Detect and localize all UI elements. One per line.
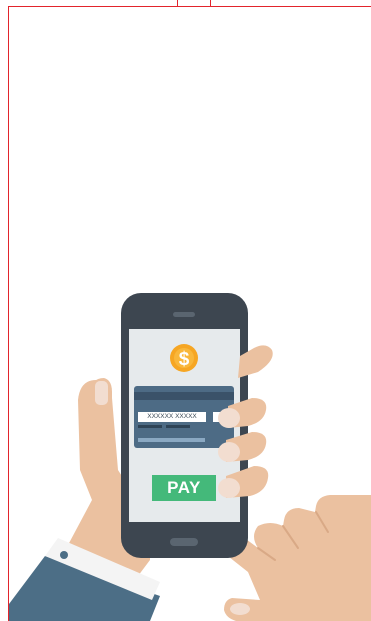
mobile-payment-illustration: $ [9,293,371,621]
svg-text:$: $ [179,349,190,370]
dollar-coin-icon: $ [170,344,198,372]
pay-button[interactable]: PAY [152,475,216,501]
card-number-field: XXXXXX XXXXX [147,413,197,420]
